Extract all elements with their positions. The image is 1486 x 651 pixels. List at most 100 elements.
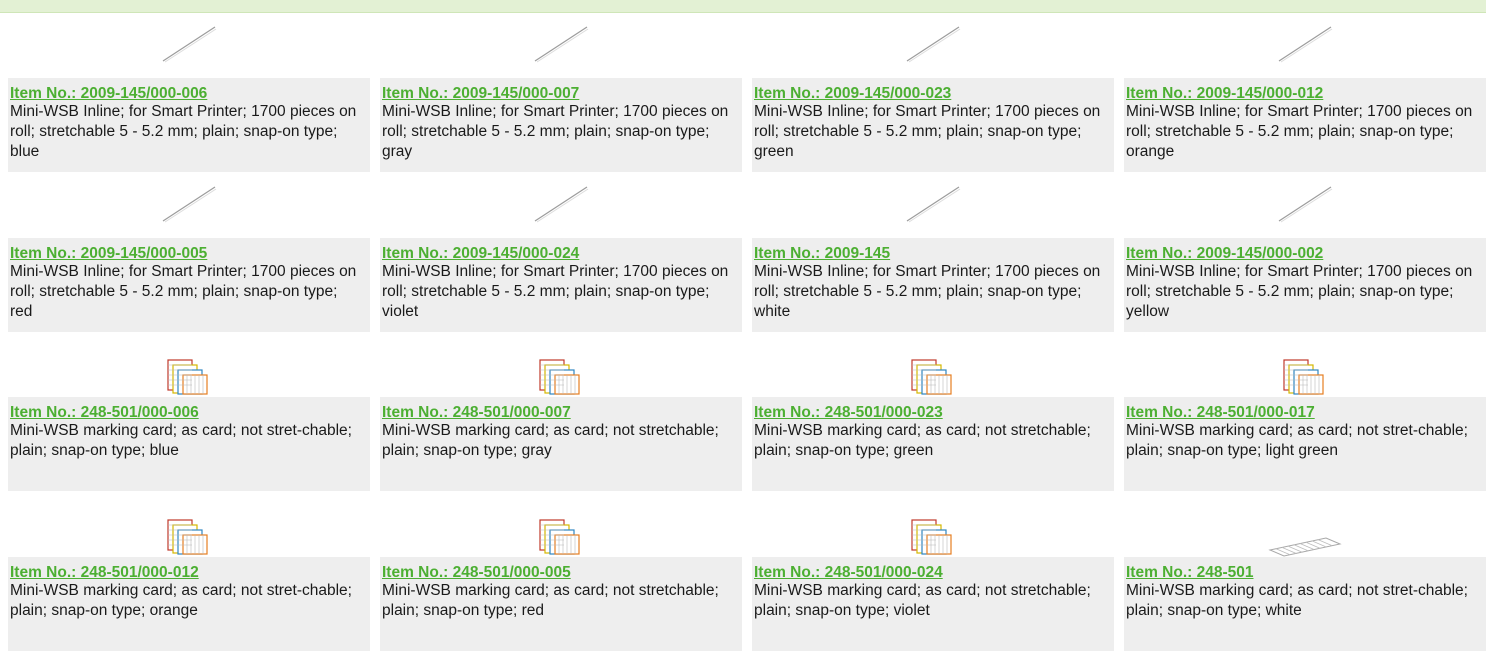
item-number-link[interactable]: Item No.: 248-501 <box>1126 564 1486 581</box>
product-image[interactable] <box>8 332 370 397</box>
item-number-link[interactable]: Item No.: 248-501/000-017 <box>1126 404 1486 421</box>
marker-strip-line-icon <box>162 26 217 63</box>
product-description: Mini-WSB marking card; as card; not stre… <box>1126 422 1468 459</box>
marking-card-stack-icon <box>911 359 952 395</box>
item-number-link[interactable]: Item No.: 248-501/000-024 <box>754 564 1114 581</box>
product-image[interactable] <box>752 173 1114 238</box>
product-image[interactable] <box>8 492 370 557</box>
product-image[interactable] <box>752 492 1114 557</box>
product-description: Mini-WSB marking card; as card; not stre… <box>754 581 1091 619</box>
product-info: Item No.: 2009-145/000-005 Mini-WSB Inli… <box>8 237 370 332</box>
product-info: Item No.: 2009-145/000-023 Mini-WSB Inli… <box>752 78 1114 172</box>
product-description: Mini-WSB Inline; for Smart Printer; 1700… <box>754 103 1101 160</box>
product-description: Mini-WSB marking card; as card; not stre… <box>382 422 719 459</box>
product-card[interactable]: Item No.: 2009-145/000-002 Mini-WSB Inli… <box>1124 173 1486 333</box>
product-card[interactable]: Item No.: 2009-145 Mini-WSB Inline; for … <box>752 173 1114 333</box>
product-info: Item No.: 248-501 Mini-WSB marking card;… <box>1124 556 1486 651</box>
product-info: Item No.: 248-501/000-006 Mini-WSB marki… <box>8 397 370 491</box>
product-description: Mini-WSB Inline; for Smart Printer; 1700… <box>754 262 1101 320</box>
product-card[interactable]: Item No.: 248-501/000-023 Mini-WSB marki… <box>752 332 1114 492</box>
product-card[interactable]: Item No.: 248-501/000-007 Mini-WSB marki… <box>380 332 742 492</box>
product-description: Mini-WSB Inline; for Smart Printer; 1700… <box>1126 103 1473 160</box>
marking-card-stack-icon <box>539 359 580 395</box>
product-grid: Item No.: 2009-145/000-006 Mini-WSB Inli… <box>0 13 1486 651</box>
marking-card-stack-icon <box>167 518 208 555</box>
product-image[interactable] <box>8 173 370 238</box>
product-image[interactable] <box>752 332 1114 397</box>
product-image[interactable] <box>1124 173 1486 238</box>
product-row: Item No.: 2009-145/000-005 Mini-WSB Inli… <box>0 173 1486 333</box>
product-description: Mini-WSB marking card; as card; not stre… <box>382 581 719 619</box>
product-row: Item No.: 248-501/000-012 Mini-WSB marki… <box>0 492 1486 651</box>
top-header-bar <box>0 0 1486 13</box>
product-image[interactable] <box>1124 332 1486 397</box>
product-description: Mini-WSB Inline; for Smart Printer; 1700… <box>382 262 729 320</box>
product-card[interactable]: Item No.: 248-501/000-017 Mini-WSB marki… <box>1124 332 1486 492</box>
product-info: Item No.: 2009-145/000-007 Mini-WSB Inli… <box>380 78 742 172</box>
product-card[interactable]: Item No.: 2009-145/000-012 Mini-WSB Inli… <box>1124 13 1486 173</box>
product-description: Mini-WSB marking card; as card; not stre… <box>10 581 352 619</box>
product-info: Item No.: 248-501/000-012 Mini-WSB marki… <box>8 556 370 651</box>
product-info: Item No.: 2009-145/000-012 Mini-WSB Inli… <box>1124 78 1486 172</box>
item-number-link[interactable]: Item No.: 2009-145/000-006 <box>10 85 370 102</box>
product-image[interactable] <box>752 13 1114 78</box>
product-description: Mini-WSB Inline; for Smart Printer; 1700… <box>10 103 357 160</box>
product-card[interactable]: Item No.: 248-501/000-006 Mini-WSB marki… <box>8 332 370 492</box>
marker-strip-line-icon <box>1278 185 1333 222</box>
product-row: Item No.: 2009-145/000-006 Mini-WSB Inli… <box>0 13 1486 173</box>
marker-strip-line-icon <box>162 185 217 222</box>
marking-card-stack-icon <box>167 359 208 395</box>
item-number-link[interactable]: Item No.: 248-501/000-005 <box>382 564 742 581</box>
product-image[interactable] <box>1124 492 1486 557</box>
product-description: Mini-WSB Inline; for Smart Printer; 1700… <box>382 103 729 160</box>
product-card[interactable]: Item No.: 2009-145/000-024 Mini-WSB Inli… <box>380 173 742 333</box>
product-card[interactable]: Item No.: 248-501 Mini-WSB marking card;… <box>1124 492 1486 651</box>
marking-card-stack-icon <box>539 518 580 555</box>
marking-strip-white-icon <box>1268 536 1342 557</box>
product-card[interactable]: Item No.: 2009-145/000-006 Mini-WSB Inli… <box>8 13 370 173</box>
product-description: Mini-WSB Inline; for Smart Printer; 1700… <box>10 262 357 320</box>
product-card[interactable]: Item No.: 2009-145/000-023 Mini-WSB Inli… <box>752 13 1114 173</box>
product-info: Item No.: 248-501/000-024 Mini-WSB marki… <box>752 556 1114 651</box>
marking-card-stack-icon <box>911 518 952 555</box>
item-number-link[interactable]: Item No.: 2009-145/000-002 <box>1126 245 1486 262</box>
item-number-link[interactable]: Item No.: 2009-145/000-023 <box>754 85 1114 102</box>
item-number-link[interactable]: Item No.: 2009-145/000-024 <box>382 245 742 262</box>
product-row: Item No.: 248-501/000-006 Mini-WSB marki… <box>0 332 1486 492</box>
product-info: Item No.: 2009-145/000-024 Mini-WSB Inli… <box>380 237 742 332</box>
product-description: Mini-WSB Inline; for Smart Printer; 1700… <box>1126 262 1473 320</box>
product-info: Item No.: 248-501/000-023 Mini-WSB marki… <box>752 397 1114 491</box>
product-info: Item No.: 248-501/000-005 Mini-WSB marki… <box>380 556 742 651</box>
product-card[interactable]: Item No.: 248-501/000-012 Mini-WSB marki… <box>8 492 370 651</box>
product-image[interactable] <box>8 13 370 78</box>
product-info: Item No.: 248-501/000-007 Mini-WSB marki… <box>380 397 742 491</box>
product-card[interactable]: Item No.: 248-501/000-024 Mini-WSB marki… <box>752 492 1114 651</box>
item-number-link[interactable]: Item No.: 248-501/000-023 <box>754 404 1114 421</box>
item-number-link[interactable]: Item No.: 2009-145 <box>754 245 1114 262</box>
product-image[interactable] <box>1124 13 1486 78</box>
item-number-link[interactable]: Item No.: 2009-145/000-012 <box>1126 85 1486 102</box>
marker-strip-line-icon <box>534 26 589 63</box>
marker-strip-line-icon <box>534 185 589 222</box>
item-number-link[interactable]: Item No.: 248-501/000-012 <box>10 564 370 581</box>
item-number-link[interactable]: Item No.: 248-501/000-006 <box>10 404 370 421</box>
product-info: Item No.: 2009-145/000-006 Mini-WSB Inli… <box>8 78 370 172</box>
product-description: Mini-WSB marking card; as card; not stre… <box>1126 581 1468 619</box>
product-card[interactable]: Item No.: 2009-145/000-007 Mini-WSB Inli… <box>380 13 742 173</box>
marker-strip-line-icon <box>906 185 961 222</box>
product-card[interactable]: Item No.: 2009-145/000-005 Mini-WSB Inli… <box>8 173 370 333</box>
marker-strip-line-icon <box>906 26 961 63</box>
marking-card-stack-icon <box>1283 359 1324 395</box>
marker-strip-line-icon <box>1278 26 1333 63</box>
product-description: Mini-WSB marking card; as card; not stre… <box>10 422 352 459</box>
item-number-link[interactable]: Item No.: 248-501/000-007 <box>382 404 742 421</box>
product-image[interactable] <box>380 13 742 78</box>
product-image[interactable] <box>380 492 742 557</box>
item-number-link[interactable]: Item No.: 2009-145/000-007 <box>382 85 742 102</box>
product-card[interactable]: Item No.: 248-501/000-005 Mini-WSB marki… <box>380 492 742 651</box>
product-image[interactable] <box>380 332 742 397</box>
product-info: Item No.: 2009-145 Mini-WSB Inline; for … <box>752 237 1114 332</box>
product-image[interactable] <box>380 173 742 238</box>
product-info: Item No.: 2009-145/000-002 Mini-WSB Inli… <box>1124 237 1486 332</box>
item-number-link[interactable]: Item No.: 2009-145/000-005 <box>10 245 370 262</box>
